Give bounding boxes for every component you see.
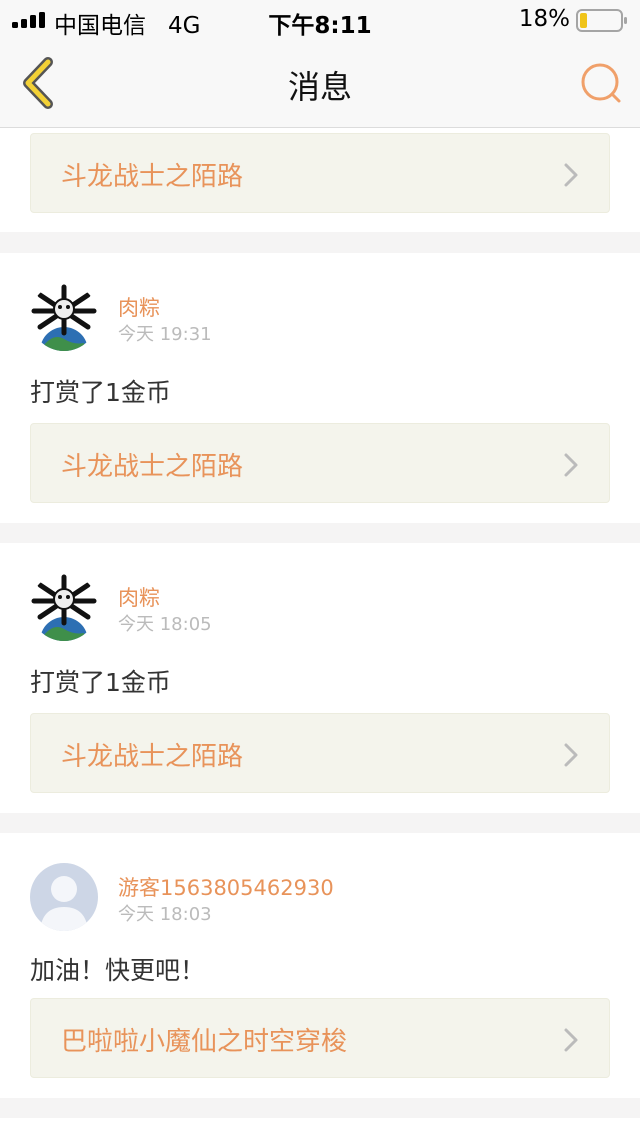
username[interactable]: 游客1563805462930 [118, 872, 334, 902]
chevron-right-icon [564, 453, 578, 477]
username[interactable]: 肉粽 [118, 292, 160, 322]
story-title: 斗龙战士之陌路 [61, 162, 244, 192]
message-card: 斗龙战士之陌路 [0, 128, 640, 232]
default-user-icon [30, 863, 98, 931]
message-card: 游客1563805462930 今天 18:03 加油！快更吧！ 巴啦啦小魔仙之… [0, 833, 640, 1098]
nav-bar: 消息 [0, 40, 640, 128]
chevron-right-icon [564, 743, 578, 767]
avatar[interactable] [30, 573, 98, 641]
message-text: 打赏了1金币 [30, 378, 171, 407]
search-icon[interactable] [578, 60, 624, 106]
battery-percent: 18% [518, 6, 570, 32]
chevron-right-icon [564, 1028, 578, 1052]
story-link[interactable]: 斗龙战士之陌路 [30, 133, 610, 213]
skull-globe-avatar-icon [30, 283, 98, 351]
story-link[interactable]: 巴啦啦小魔仙之时空穿梭 [30, 998, 610, 1078]
timestamp: 今天 18:03 [118, 904, 212, 925]
avatar[interactable] [30, 863, 98, 931]
message-card [0, 1118, 640, 1136]
story-link[interactable]: 斗龙战士之陌路 [30, 423, 610, 503]
page-title: 消息 [287, 68, 352, 106]
timestamp: 今天 18:05 [118, 614, 212, 635]
story-title: 巴啦啦小魔仙之时空穿梭 [61, 1027, 348, 1057]
message-list: 斗龙战士之陌路 肉粽 今天 19:31 打赏了1金币 斗龙战士之陌路 肉粽 今天… [0, 128, 640, 1136]
username[interactable]: 肉粽 [118, 582, 160, 612]
avatar[interactable] [30, 283, 98, 351]
skull-globe-avatar-icon [30, 573, 98, 641]
message-card: 肉粽 今天 18:05 打赏了1金币 斗龙战士之陌路 [0, 543, 640, 813]
timestamp: 今天 19:31 [118, 324, 212, 345]
message-text: 打赏了1金币 [30, 668, 171, 697]
message-card: 肉粽 今天 19:31 打赏了1金币 斗龙战士之陌路 [0, 253, 640, 523]
story-title: 斗龙战士之陌路 [61, 742, 244, 772]
chevron-right-icon [564, 163, 578, 187]
story-title: 斗龙战士之陌路 [61, 452, 244, 482]
battery-icon [576, 9, 627, 32]
status-bar: 中国电信 4G 下午8:11 18% [0, 0, 640, 40]
story-link[interactable]: 斗龙战士之陌路 [30, 713, 610, 793]
message-text: 加油！快更吧！ [30, 956, 206, 985]
